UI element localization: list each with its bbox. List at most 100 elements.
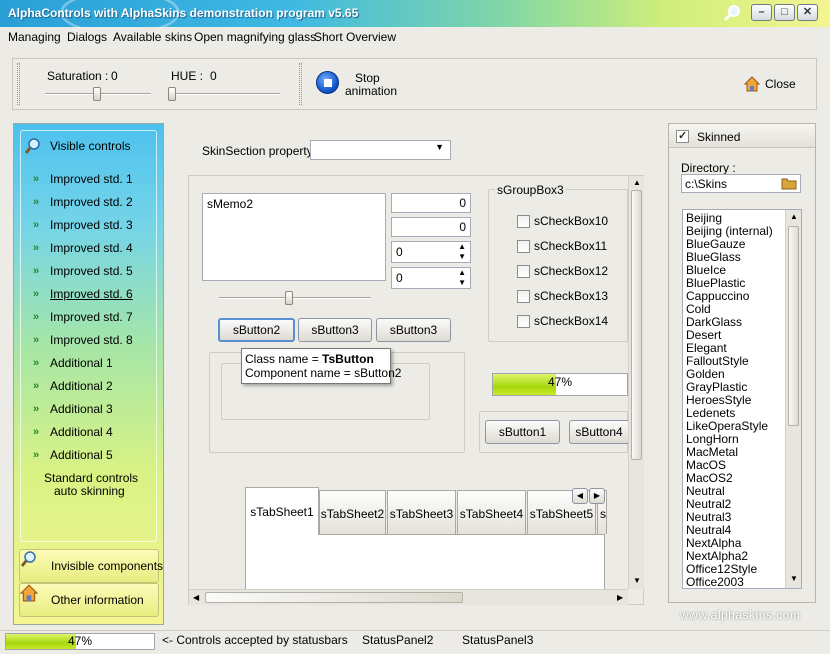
checkbox-11[interactable] xyxy=(517,240,530,253)
trackbar-thumb[interactable] xyxy=(285,291,293,305)
skin-list-item[interactable]: Neutral xyxy=(686,484,725,498)
skin-list-item[interactable]: Office2003 xyxy=(686,575,744,588)
skin-list-item[interactable]: MacMetal xyxy=(686,445,738,459)
checkbox-14-label[interactable]: sCheckBox14 xyxy=(534,314,608,328)
spin-up-icon[interactable]: ▲ xyxy=(458,242,466,251)
nav-improved-std-8[interactable]: Improved std. 8 xyxy=(50,333,133,347)
checkbox-10[interactable] xyxy=(517,215,530,228)
spin-up-icon[interactable]: ▲ xyxy=(458,268,466,277)
skinsection-combobox[interactable]: ▼ xyxy=(310,140,451,160)
skin-list-item[interactable]: HeroesStyle xyxy=(686,393,751,407)
vertical-scrollbar[interactable]: ▲ ▼ xyxy=(628,176,644,589)
minimize-button[interactable]: – xyxy=(751,4,772,21)
hue-slider-thumb[interactable] xyxy=(168,87,176,101)
arrow-left-icon[interactable]: ◀ xyxy=(193,593,199,602)
checkbox-10-label[interactable]: sCheckBox10 xyxy=(534,214,608,228)
tab-stabsheet2[interactable]: sTabSheet2 xyxy=(319,490,386,534)
skin-list-item[interactable]: BlueIce xyxy=(686,263,726,277)
close-button[interactable]: Close xyxy=(741,73,811,95)
skin-list-item[interactable]: Cappuccino xyxy=(686,289,749,303)
edit-field-2[interactable]: 0 xyxy=(391,217,471,237)
nav-additional-3[interactable]: Additional 3 xyxy=(50,402,113,416)
skin-list-item[interactable]: Desert xyxy=(686,328,721,342)
menu-available-skins[interactable]: Available skins xyxy=(113,30,192,44)
skin-list-item[interactable]: MacOS2 xyxy=(686,471,733,485)
skin-list-item[interactable]: DarkGlass xyxy=(686,315,742,329)
skin-list-item[interactable]: Neutral2 xyxy=(686,497,731,511)
tab-scroll-right[interactable]: ▶ xyxy=(589,488,605,504)
nav-improved-std-5[interactable]: Improved std. 5 xyxy=(50,264,133,278)
menu-managing[interactable]: Managing xyxy=(8,30,61,44)
skin-list-item[interactable]: MacOS xyxy=(686,458,726,472)
checkbox-14[interactable] xyxy=(517,315,530,328)
arrow-up-icon[interactable]: ▲ xyxy=(790,212,798,221)
nav-additional-1[interactable]: Additional 1 xyxy=(50,356,113,370)
skin-list-item[interactable]: Neutral3 xyxy=(686,510,731,524)
skin-list-item[interactable]: Beijing xyxy=(686,211,722,225)
horizontal-scrollbar[interactable]: ◀ ▶ xyxy=(189,589,628,605)
nav-improved-std-4[interactable]: Improved std. 4 xyxy=(50,241,133,255)
arrow-down-icon[interactable]: ▼ xyxy=(790,574,798,583)
skin-list-item[interactable]: NextAlpha xyxy=(686,536,741,550)
edit-field-1[interactable]: 0 xyxy=(391,193,471,213)
invisible-components-button[interactable]: Invisible components xyxy=(19,549,163,583)
arrow-right-icon[interactable]: ▶ xyxy=(617,593,623,602)
nav-improved-std-1[interactable]: Improved std. 1 xyxy=(50,172,133,186)
skin-list-item[interactable]: FalloutStyle xyxy=(686,354,749,368)
skin-list-item[interactable]: Elegant xyxy=(686,341,727,355)
skin-list-item[interactable]: Ledenets xyxy=(686,406,735,420)
nav-additional-5[interactable]: Additional 5 xyxy=(50,448,113,462)
tab-stabsheet4[interactable]: sTabSheet4 xyxy=(457,490,526,534)
maximize-button[interactable]: □ xyxy=(774,4,795,21)
tab-scroll-left[interactable]: ◀ xyxy=(572,488,588,504)
skin-list-item[interactable]: Beijing (internal) xyxy=(686,224,773,238)
toolbar-grip-2[interactable] xyxy=(299,63,302,105)
skin-list-item[interactable]: Golden xyxy=(686,367,725,381)
skin-list-item[interactable]: LikeOperaStyle xyxy=(686,419,768,433)
skin-list-item[interactable]: BlueGauze xyxy=(686,237,745,251)
memo-field[interactable]: sMemo2 xyxy=(202,193,386,281)
skins-list-scroll-thumb[interactable] xyxy=(788,226,799,426)
directory-field[interactable]: c:\Skins xyxy=(681,174,801,193)
checkbox-12[interactable] xyxy=(517,265,530,278)
skin-list-item[interactable]: NextAlpha2 xyxy=(686,549,748,563)
spin-edit-1[interactable]: 0 ▲ ▼ xyxy=(391,241,471,263)
skin-list-item[interactable]: Cold xyxy=(686,302,711,316)
skinned-label[interactable]: Skinned xyxy=(697,130,740,144)
website-label[interactable]: www.alphaskins.com xyxy=(680,608,800,622)
title-bar[interactable]: AlphaControls with AlphaSkins demonstrat… xyxy=(0,0,830,35)
visible-controls-header[interactable]: Visible controls xyxy=(50,139,130,153)
sbutton1[interactable]: sButton1 xyxy=(485,420,560,444)
arrow-up-icon[interactable]: ▲ xyxy=(633,178,641,187)
nav-improved-std-3[interactable]: Improved std. 3 xyxy=(50,218,133,232)
horizontal-scroll-thumb[interactable] xyxy=(205,592,463,603)
checkbox-13-label[interactable]: sCheckBox13 xyxy=(534,289,608,303)
nav-improved-std-2[interactable]: Improved std. 2 xyxy=(50,195,133,209)
trackbar-track[interactable] xyxy=(219,297,371,299)
folder-icon[interactable] xyxy=(781,177,797,190)
nav-additional-2[interactable]: Additional 2 xyxy=(50,379,113,393)
skin-list-item[interactable]: Office12Style xyxy=(686,562,757,576)
saturation-slider-thumb[interactable] xyxy=(93,87,101,101)
vertical-scroll-thumb[interactable] xyxy=(631,190,642,460)
skin-list-item[interactable]: BlueGlass xyxy=(686,250,741,264)
spin-edit-2[interactable]: 0 ▲ ▼ xyxy=(391,267,471,289)
nav-improved-std-7[interactable]: Improved std. 7 xyxy=(50,310,133,324)
arrow-down-icon[interactable]: ▼ xyxy=(633,576,641,585)
toolbar-grip[interactable] xyxy=(17,63,20,105)
skin-list-item[interactable]: GrayPlastic xyxy=(686,380,747,394)
sbutton3-b[interactable]: sButton3 xyxy=(376,318,451,342)
skin-list-item[interactable]: LongHorn xyxy=(686,432,739,446)
menu-dialogs[interactable]: Dialogs xyxy=(67,30,107,44)
magnifier-icon[interactable] xyxy=(723,4,743,22)
skins-list-scrollbar[interactable]: ▲ ▼ xyxy=(785,210,801,588)
tab-stabsheet3[interactable]: sTabSheet3 xyxy=(387,490,456,534)
skinned-checkbox[interactable]: ✓ xyxy=(676,130,689,143)
checkbox-12-label[interactable]: sCheckBox12 xyxy=(534,264,608,278)
skin-list-item[interactable]: BluePlastic xyxy=(686,276,745,290)
close-window-button[interactable]: ✕ xyxy=(797,4,818,21)
skin-list-item[interactable]: Neutral4 xyxy=(686,523,731,537)
stop-animation-button[interactable]: Stop animation xyxy=(313,65,403,105)
other-information-button[interactable]: Other information xyxy=(19,583,159,617)
nav-improved-std-6[interactable]: Improved std. 6 xyxy=(50,287,133,301)
